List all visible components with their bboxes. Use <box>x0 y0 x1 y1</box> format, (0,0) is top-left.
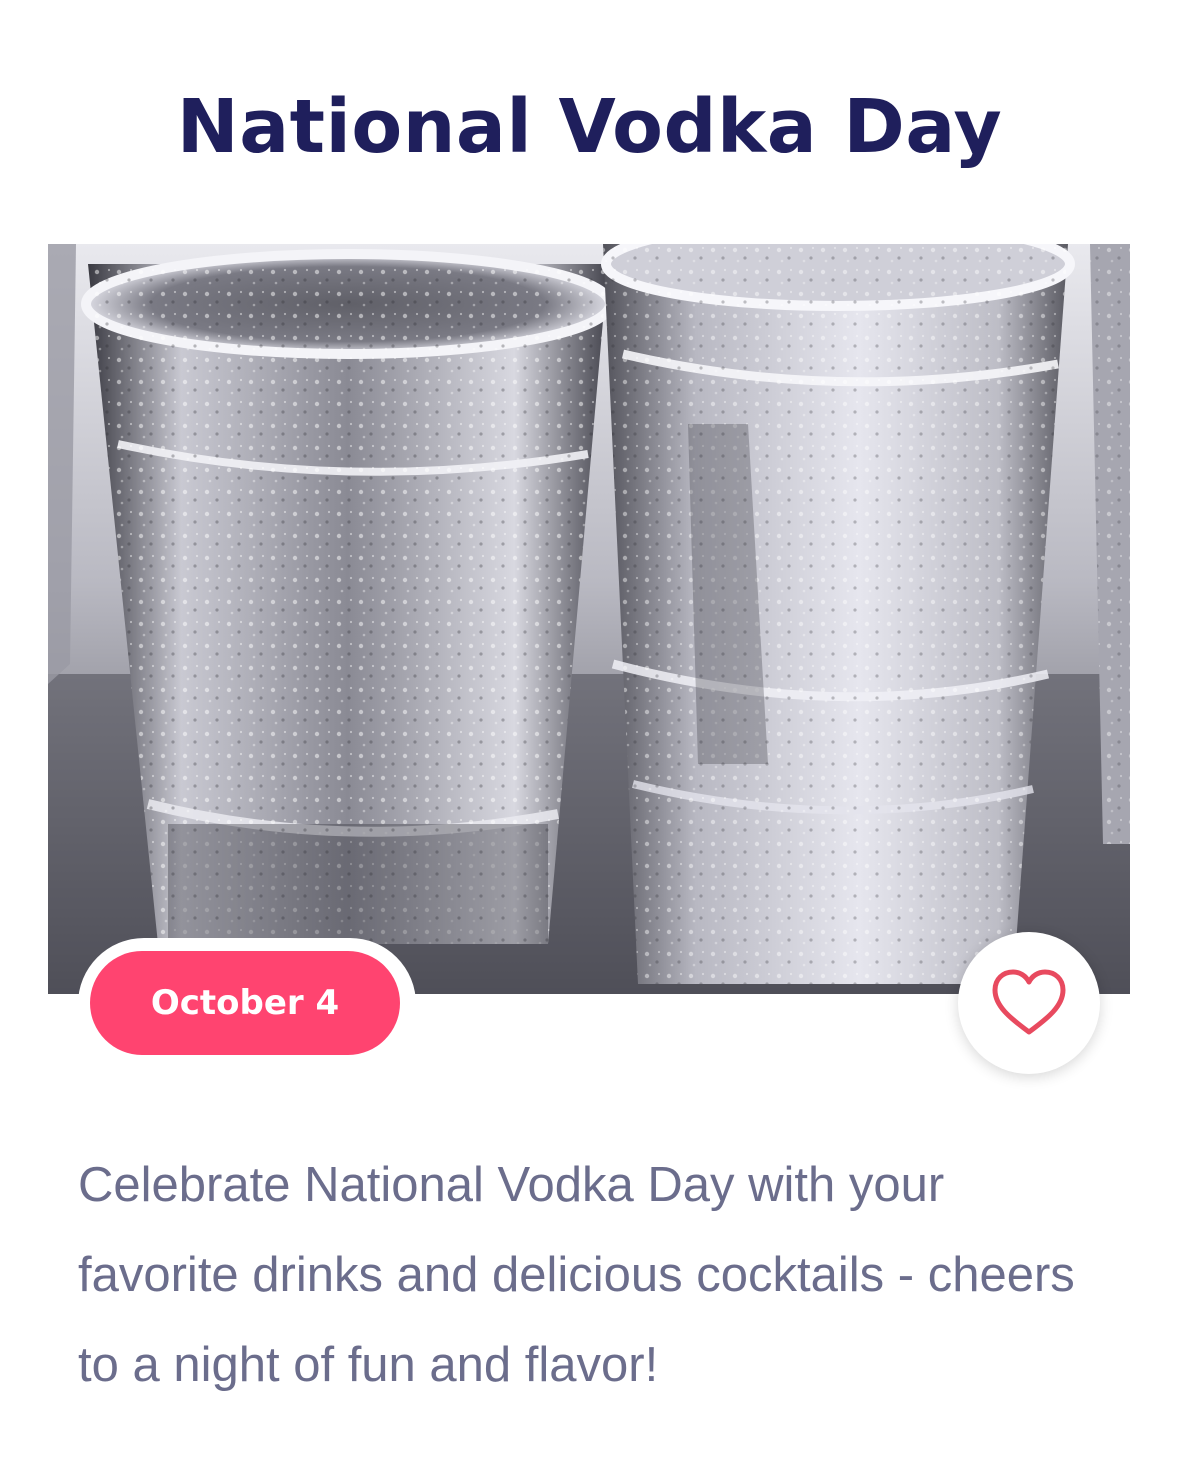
heart-outline-icon <box>992 969 1066 1035</box>
vodka-shot-glasses-image <box>48 244 1130 994</box>
favorite-button[interactable] <box>958 932 1100 1074</box>
event-description: Celebrate National Vodka Day with your f… <box>78 1158 1075 1392</box>
event-photo <box>48 244 1130 994</box>
page-title: National Vodka Day <box>176 84 1003 170</box>
date-badge: October 4 <box>90 951 400 1055</box>
